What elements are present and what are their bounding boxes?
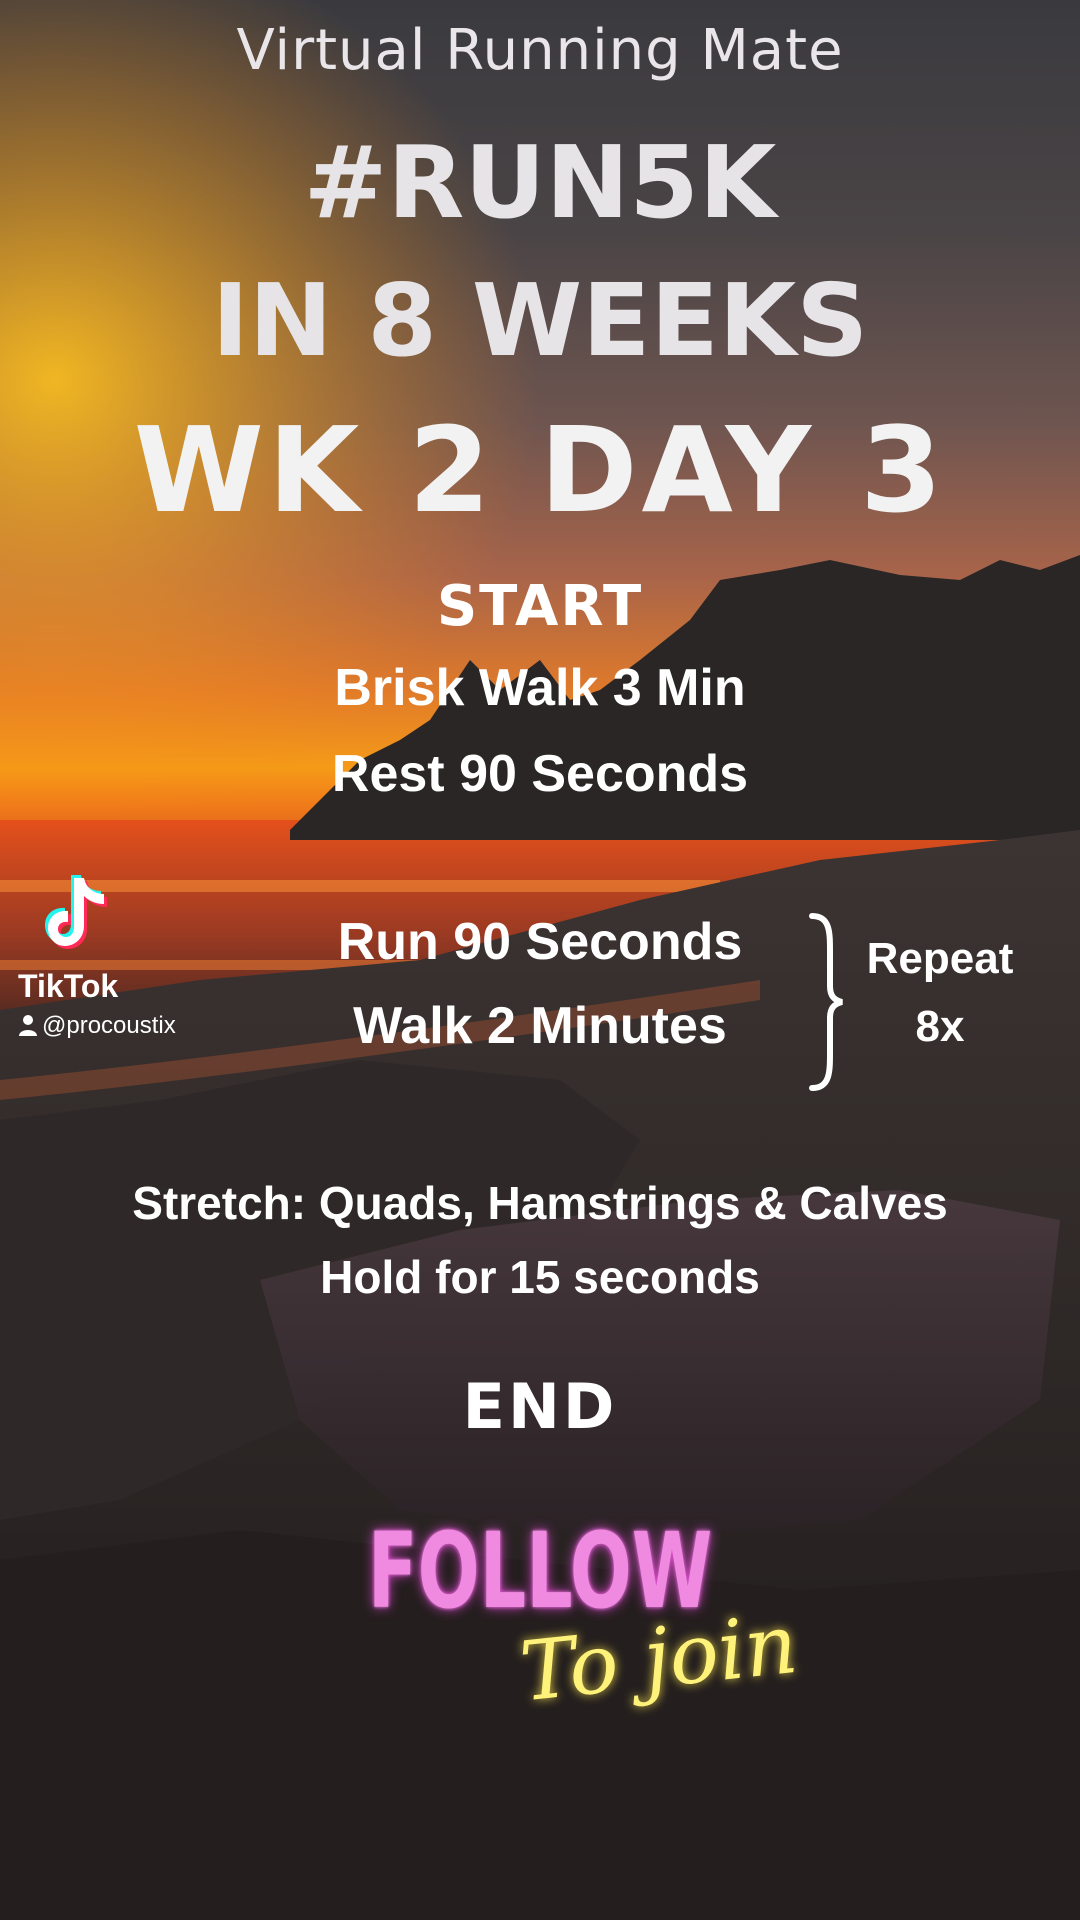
repeat-brace-icon: [809, 913, 843, 1091]
repeat-label: Repeat: [866, 934, 1014, 983]
session-title: WK 2 DAY 3: [133, 401, 947, 539]
tiktok-brand: TikTok: [18, 968, 119, 1004]
tiktok-handle-text: @procoustix: [42, 1012, 176, 1039]
end-label: END: [462, 1370, 618, 1443]
warmup-step-1: Brisk Walk 3 Min: [334, 659, 746, 717]
cooldown-step-2: Hold for 15 seconds: [320, 1251, 760, 1303]
tiktok-handle: @procoustix: [18, 1012, 176, 1040]
app-subtitle: Virtual Running Mate: [236, 18, 844, 83]
follow-cta: FOLLOW: [367, 1510, 713, 1632]
warmup-step-2: Rest 90 Seconds: [331, 745, 749, 803]
repeat-count: 8x: [915, 1002, 965, 1051]
cooldown-step-1: Stretch: Quads, Hamstrings & Calves: [132, 1177, 948, 1229]
hashtag-title: #RUN5K: [303, 124, 777, 241]
user-icon: [19, 1015, 37, 1036]
goal-title: IN 8 WEEKS: [211, 262, 869, 379]
tiktok-logo-icon: [45, 875, 107, 949]
start-label: START: [436, 574, 644, 639]
